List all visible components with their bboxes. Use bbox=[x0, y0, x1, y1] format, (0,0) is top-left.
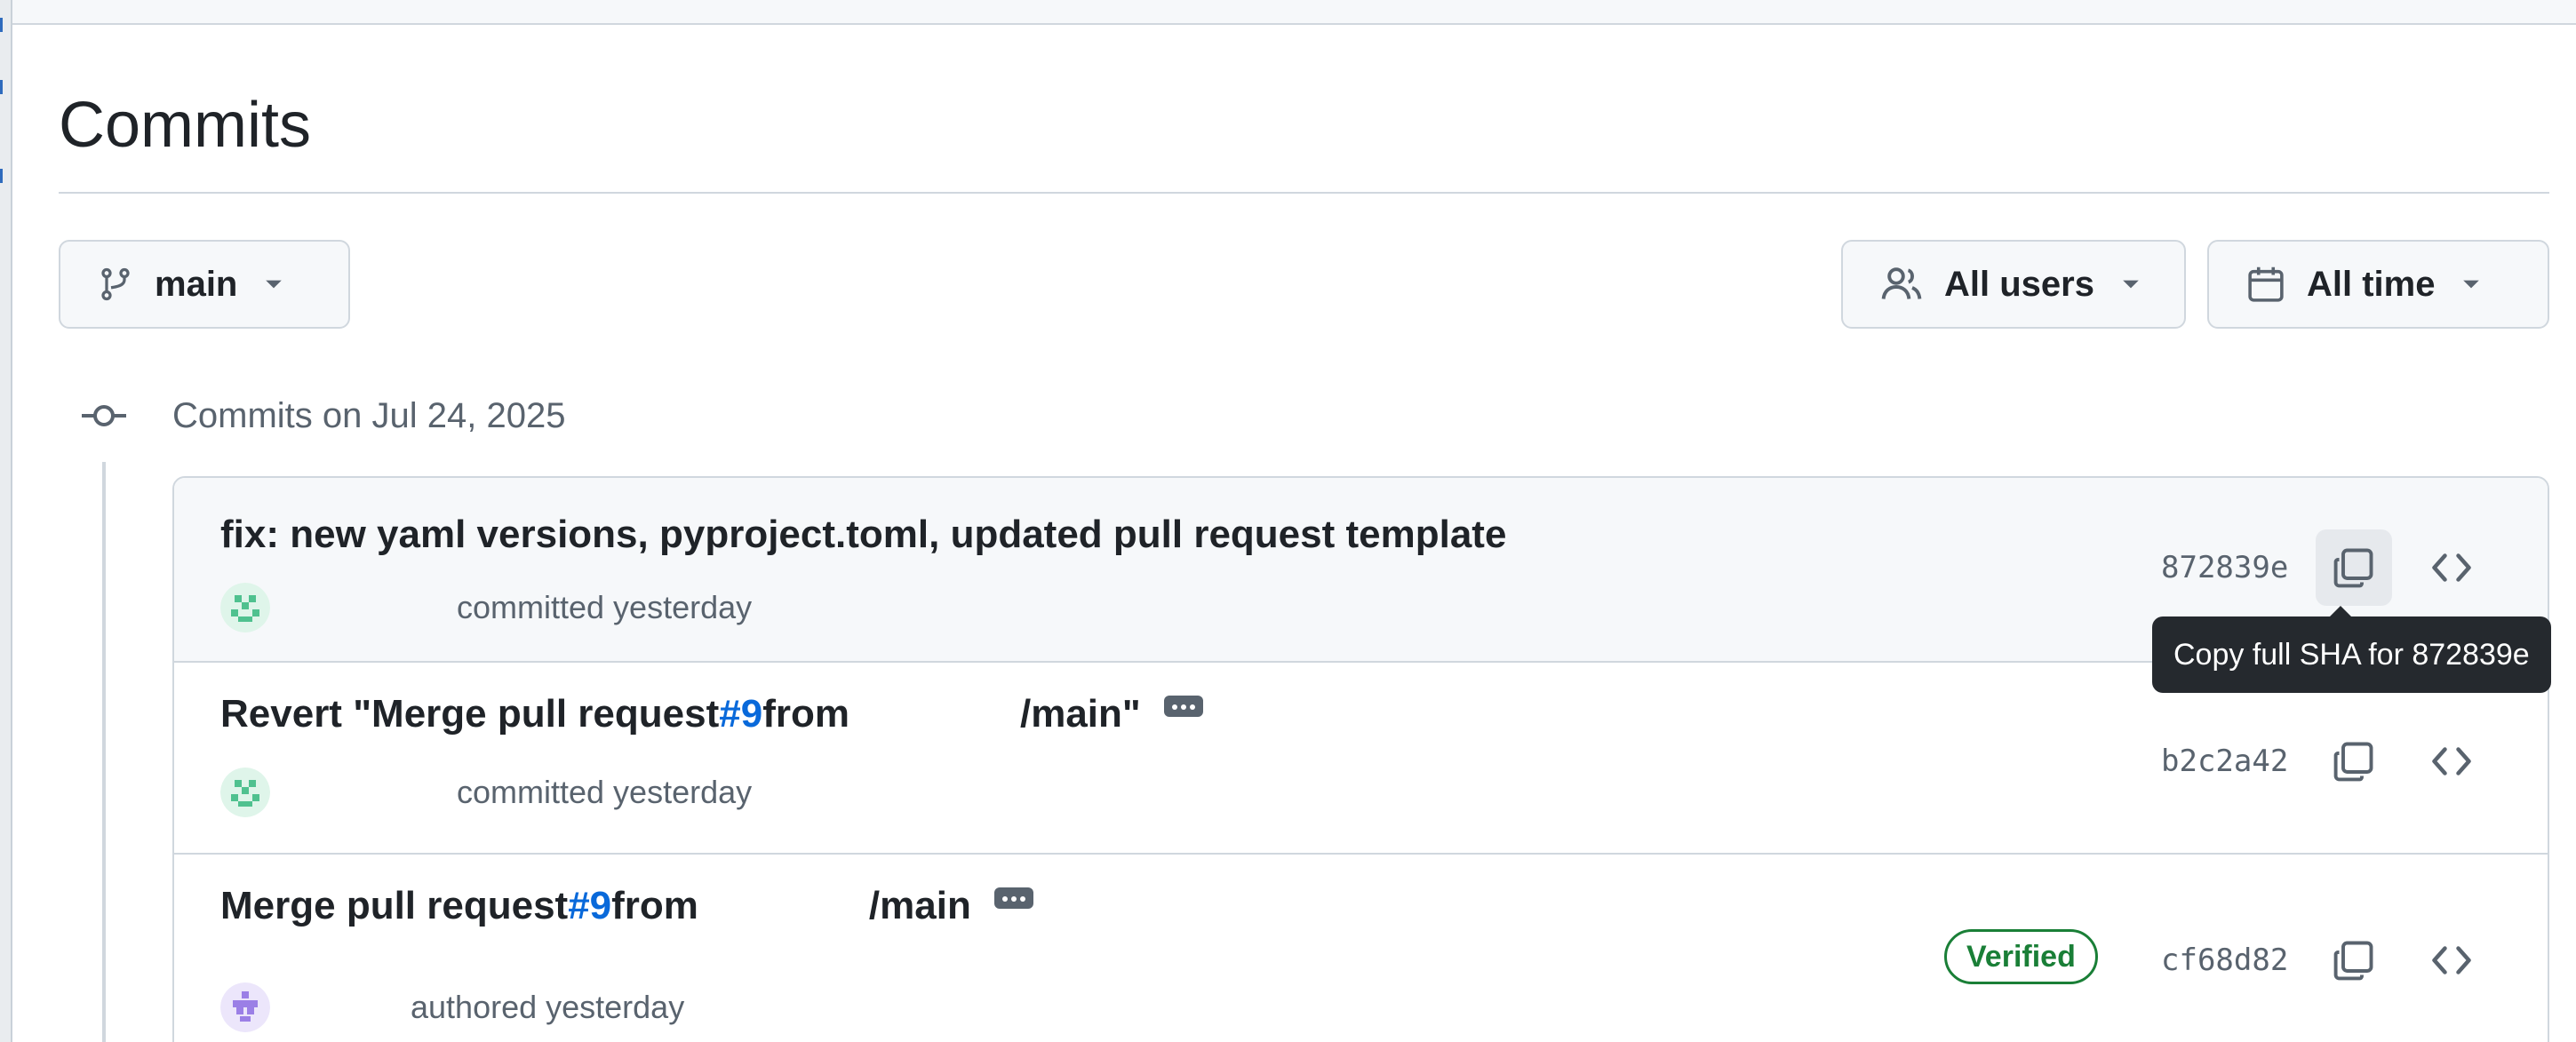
branch-selector-button[interactable]: main bbox=[59, 240, 350, 329]
copy-icon bbox=[2333, 548, 2373, 588]
copy-icon bbox=[2333, 941, 2373, 981]
commit-meta: committed yesterday bbox=[220, 768, 752, 817]
commit-title-suffix[interactable]: /main bbox=[869, 879, 971, 933]
triangle-down-icon bbox=[2463, 280, 2480, 289]
verified-badge[interactable]: Verified bbox=[1944, 929, 2098, 984]
copy-sha-tooltip: Copy full SHA for 872839e bbox=[2152, 606, 2551, 693]
expand-commit-message-button[interactable] bbox=[981, 880, 1048, 922]
pull-request-link[interactable]: #9 bbox=[719, 688, 762, 741]
commit-title-prefix[interactable]: Merge pull request bbox=[220, 879, 568, 933]
commit-meta-text: committed yesterday bbox=[457, 589, 753, 625]
commit-meta-text: committed yesterday bbox=[457, 774, 753, 810]
page-title: Commits bbox=[59, 90, 311, 161]
time-filter-label: All time bbox=[2307, 264, 2436, 304]
calendar-icon bbox=[2248, 266, 2284, 302]
timeline-line bbox=[102, 462, 106, 1042]
avatar[interactable] bbox=[220, 768, 270, 817]
browse-repository-button[interactable] bbox=[2413, 529, 2490, 606]
avatar[interactable] bbox=[220, 982, 270, 1032]
commit-list: fix: new yaml versions, pyproject.toml, … bbox=[172, 476, 2549, 1042]
people-icon bbox=[1881, 267, 1922, 299]
browse-repository-button[interactable] bbox=[2413, 922, 2490, 998]
commit-title-suffix[interactable]: /main" bbox=[1020, 688, 1141, 741]
branch-label: main bbox=[155, 264, 238, 304]
commit-sha-link[interactable]: 872839e bbox=[2161, 545, 2288, 590]
window-left-edge bbox=[0, 0, 12, 1042]
edge-marker bbox=[0, 18, 3, 32]
title-divider bbox=[59, 192, 2549, 194]
commit-title-from[interactable]: from bbox=[762, 688, 849, 741]
kebab-horizontal-icon bbox=[993, 887, 1033, 910]
triangle-down-icon bbox=[2123, 280, 2139, 289]
top-bar bbox=[12, 0, 2576, 25]
copy-icon bbox=[2333, 742, 2373, 782]
code-icon bbox=[2432, 747, 2471, 776]
commit-meta: committed yesterday bbox=[220, 583, 752, 632]
users-filter-button[interactable]: All users bbox=[1841, 240, 2186, 329]
commit-group-heading: Commits on Jul 24, 2025 bbox=[172, 396, 566, 435]
avatar[interactable] bbox=[220, 583, 270, 632]
commit-row: Merge pull request #9 from/main authored… bbox=[174, 855, 2548, 1042]
kebab-horizontal-icon bbox=[1163, 696, 1203, 718]
code-icon bbox=[2432, 553, 2471, 582]
code-icon bbox=[2432, 946, 2471, 974]
github-commits-page: Commits main All users All time Commits … bbox=[0, 0, 2576, 1042]
commit-title[interactable]: Revert "Merge pull request #9 from/main" bbox=[220, 688, 1217, 741]
commit-title[interactable]: Merge pull request #9 from/main bbox=[220, 879, 1048, 933]
users-filter-label: All users bbox=[1944, 264, 2094, 304]
commit-meta-text: authored yesterday bbox=[411, 989, 685, 1025]
copy-sha-button[interactable] bbox=[2316, 723, 2392, 799]
browse-repository-button[interactable] bbox=[2413, 723, 2490, 799]
commit-sha-link[interactable]: b2c2a42 bbox=[2161, 739, 2288, 783]
time-filter-button[interactable]: All time bbox=[2207, 240, 2549, 329]
expand-commit-message-button[interactable] bbox=[1151, 688, 1217, 730]
edge-marker bbox=[0, 80, 3, 94]
git-commit-icon bbox=[82, 405, 126, 426]
commit-title-from[interactable]: from bbox=[611, 879, 698, 933]
commit-meta: authored yesterday bbox=[220, 982, 684, 1032]
triangle-down-icon bbox=[266, 280, 283, 289]
pull-request-link[interactable]: #9 bbox=[568, 879, 611, 933]
copy-sha-button[interactable] bbox=[2316, 529, 2392, 606]
edge-marker bbox=[0, 169, 3, 183]
commit-title-link[interactable]: fix: new yaml versions, pyproject.toml, … bbox=[220, 508, 1506, 561]
commit-sha-link[interactable]: cf68d82 bbox=[2161, 938, 2288, 982]
commit-title-prefix[interactable]: Revert "Merge pull request bbox=[220, 688, 719, 741]
git-branch-icon bbox=[101, 267, 130, 301]
copy-sha-button[interactable] bbox=[2316, 922, 2392, 998]
